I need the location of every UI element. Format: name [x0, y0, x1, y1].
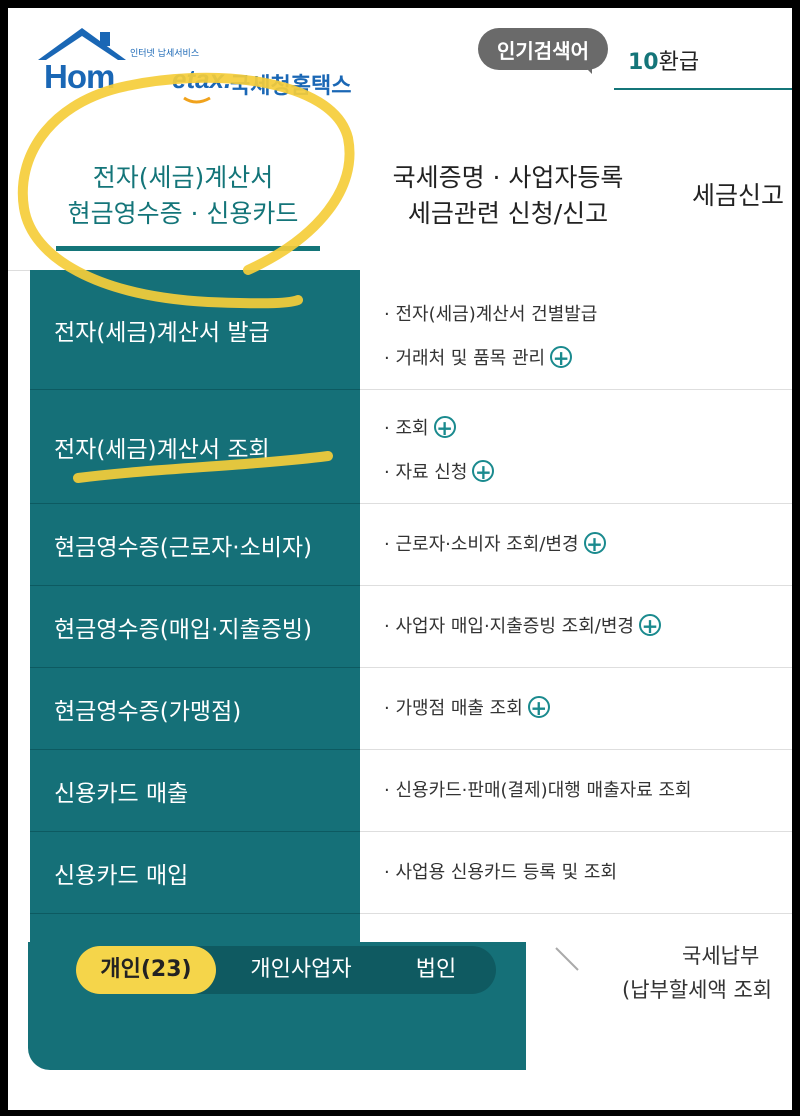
- menu-category[interactable]: 현금영수증(매입·지출증빙): [30, 586, 360, 668]
- menu-category[interactable]: 신용카드 매입: [30, 832, 360, 914]
- menu-subitem[interactable]: · 사업용 신용카드 등록 및 조회: [384, 858, 617, 884]
- menu-subitem[interactable]: · 신용카드·판매(결제)대행 매출자료 조회: [384, 776, 692, 802]
- active-tab-indicator: [56, 246, 320, 251]
- menu-category[interactable]: 현금영수증(가맹점): [30, 668, 360, 750]
- logo-korean-text: 국세청홈택스: [230, 74, 352, 99]
- badge-tail: [582, 64, 592, 74]
- menu-row: 전자(세금)계산서 발급 · 전자(세금)계산서 건별발급 · 거래처 및 품목…: [30, 270, 792, 390]
- menu-subitem[interactable]: · 사업자 매입·지출증빙 조회/변경 +: [384, 612, 661, 638]
- segment-individual[interactable]: 개인(23): [76, 946, 216, 994]
- plus-circle-icon[interactable]: +: [638, 614, 661, 637]
- tab-e-invoice[interactable]: 전자(세금)계산서 현금영수증 · 신용카드: [38, 160, 328, 232]
- tab-tax-certificate[interactable]: 국세증명 · 사업자등록 세금관련 신청/신고: [368, 160, 648, 232]
- popular-underline: [614, 88, 792, 90]
- popular-keyword-text: 환급: [658, 50, 700, 75]
- menu-subitem-label: · 거래처 및 품목 관리: [384, 348, 546, 369]
- logo-subtitle: 인터넷 납세서비스: [130, 49, 200, 59]
- menu-subitem[interactable]: · 가맹점 매출 조회 +: [384, 694, 550, 720]
- menu-subitem[interactable]: · 근로자·소비자 조회/변경 +: [384, 530, 606, 556]
- menu-row: 전자(세금)계산서 조회 · 조회 + · 자료 신청 +: [30, 390, 792, 504]
- menu-subitem[interactable]: · 조회 +: [384, 414, 456, 440]
- menu-category[interactable]: 현금영수증(근로자·소비자): [30, 504, 360, 586]
- tax-payment-title: 국세납부: [682, 944, 760, 968]
- menu-row: 현금영수증(근로자·소비자) · 근로자·소비자 조회/변경 +: [30, 504, 792, 586]
- tax-payment-card[interactable]: 국세납부 (납부할세액 조회: [526, 942, 792, 1070]
- menu-subitem-label: · 자료 신청: [384, 462, 468, 483]
- tab-tax-filing[interactable]: 세금신고: [692, 178, 792, 214]
- segment-corporation[interactable]: 법인: [386, 946, 486, 994]
- menu-subitem-label: · 가맹점 매출 조회: [384, 698, 523, 719]
- plus-circle-icon[interactable]: +: [433, 416, 456, 439]
- popular-rank: 10: [628, 50, 659, 75]
- user-type-segmented-control: 개인(23) 개인사업자 법인: [76, 946, 496, 994]
- logo-tax-text: etax.: [172, 64, 232, 94]
- menu-row: 현금영수증(매입·지출증빙) · 사업자 매입·지출증빙 조회/변경 +: [30, 586, 792, 668]
- menu-subitem-label: · 조회: [384, 418, 429, 439]
- hometax-screen: Hom 인터넷 납세서비스 etax. 국세청홈택스 인기검색어 10환급 전자…: [8, 8, 792, 1110]
- divider: [360, 913, 792, 914]
- menu-row: 현금영수증(가맹점) · 가맹점 매출 조회 +: [30, 668, 792, 750]
- tab-label-line2: 현금영수증 · 신용카드: [67, 199, 299, 228]
- menu-subitem-label: · 근로자·소비자 조회/변경: [384, 534, 579, 555]
- menu-row: 신용카드 매출 · 신용카드·판매(결제)대행 매출자료 조회: [30, 750, 792, 832]
- tax-payment-subtitle: (납부할세액 조회: [622, 978, 773, 1002]
- menu-subitem[interactable]: · 거래처 및 품목 관리 +: [384, 344, 573, 370]
- menu-subitem[interactable]: · 전자(세금)계산서 건별발급: [384, 300, 597, 326]
- menu-subitem-label: · 사업자 매입·지출증빙 조회/변경: [384, 616, 634, 637]
- plus-circle-icon[interactable]: +: [550, 346, 573, 369]
- tab-label-line2: 세금관련 신청/신고: [407, 199, 609, 228]
- popular-keyword[interactable]: 10환급: [628, 44, 699, 76]
- plus-circle-icon[interactable]: +: [527, 696, 550, 719]
- segment-sole-proprietor[interactable]: 개인사업자: [226, 946, 376, 994]
- menu-subitem-label: · 신용카드·판매(결제)대행 매출자료 조회: [384, 780, 692, 801]
- chevron-icon: [555, 947, 579, 971]
- hometax-logo[interactable]: Hom 인터넷 납세서비스 etax. 국세청홈택스: [34, 24, 374, 104]
- menu-category[interactable]: 전자(세금)계산서 발급: [30, 270, 360, 390]
- user-type-panel: 개인(23) 개인사업자 법인: [28, 942, 526, 1070]
- logo-home-text: Hom: [44, 58, 115, 95]
- divider: [30, 913, 360, 914]
- menu-category[interactable]: 신용카드 매출: [30, 750, 360, 832]
- menu-subitem-label: · 전자(세금)계산서 건별발급: [384, 304, 598, 325]
- tab-label-line1: 국세증명 · 사업자등록: [392, 163, 624, 192]
- tab-label-line1: 세금신고: [692, 181, 785, 210]
- menu-category[interactable]: 전자(세금)계산서 조회: [30, 390, 360, 504]
- plus-circle-icon[interactable]: +: [472, 460, 495, 483]
- mega-menu: 전자(세금)계산서 발급 · 전자(세금)계산서 건별발급 · 거래처 및 품목…: [30, 270, 792, 942]
- menu-row: 신용카드 매입 · 사업용 신용카드 등록 및 조회: [30, 832, 792, 914]
- plus-circle-icon[interactable]: +: [583, 532, 606, 555]
- tab-label-line1: 전자(세금)계산서: [92, 163, 274, 192]
- menu-subitem-label: · 사업용 신용카드 등록 및 조회: [384, 862, 618, 883]
- menu-subitem[interactable]: · 자료 신청 +: [384, 458, 495, 484]
